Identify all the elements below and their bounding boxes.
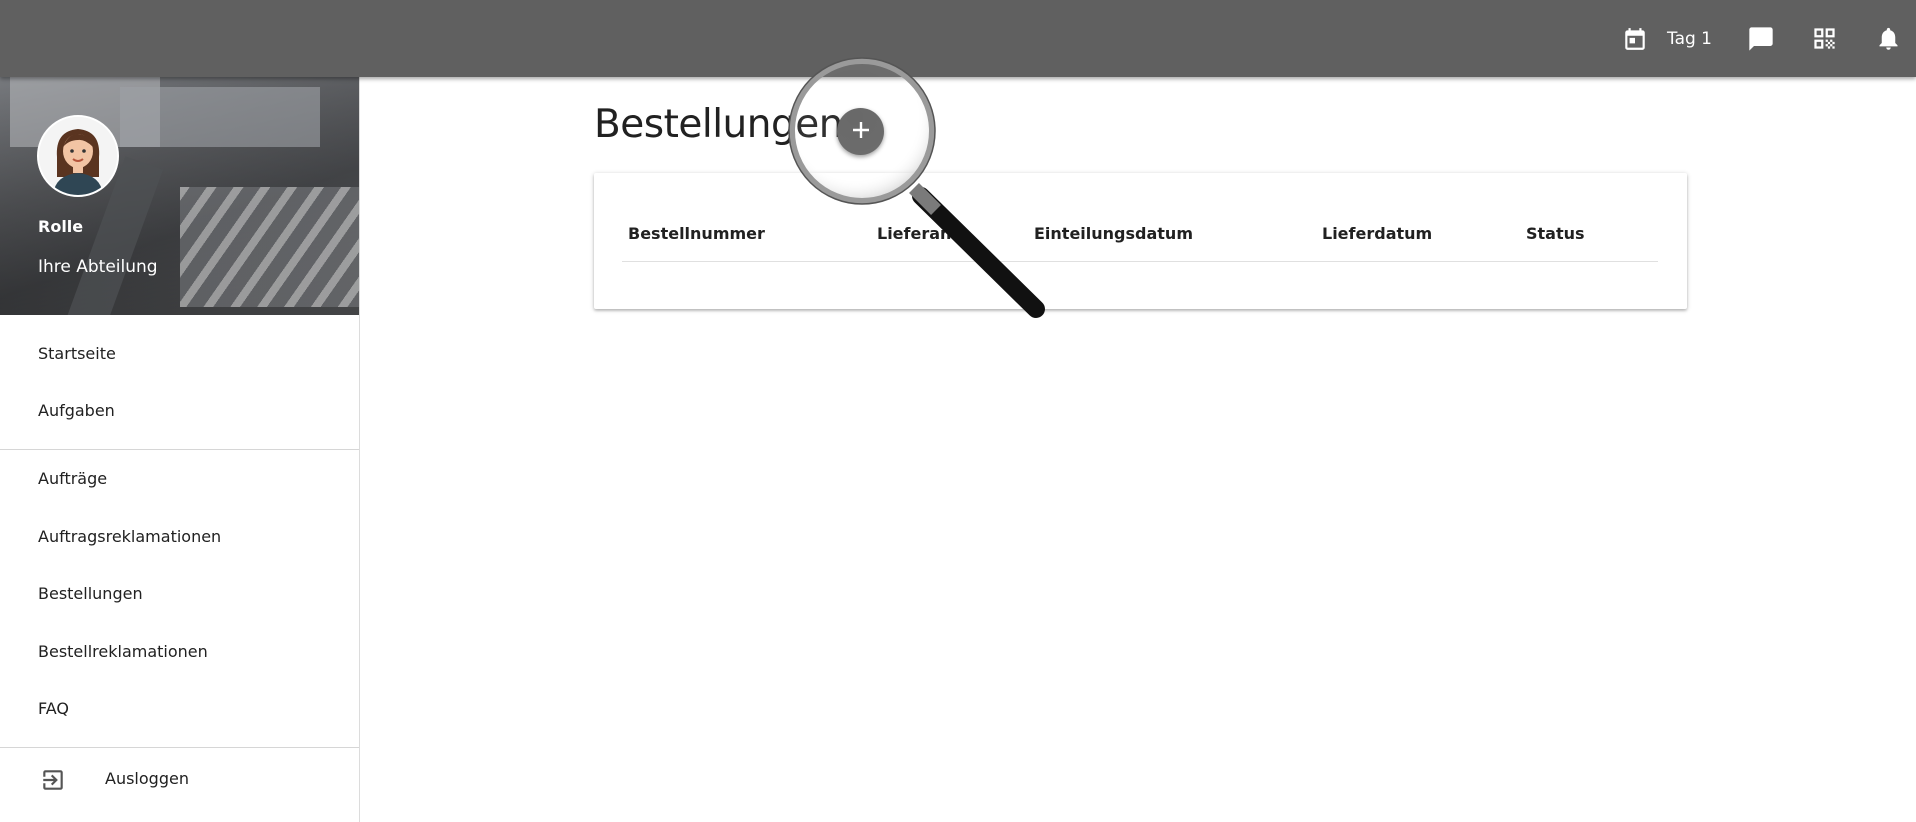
day-selector[interactable]: Tag 1 xyxy=(1622,0,1712,77)
logout-button[interactable]: Ausloggen xyxy=(0,755,359,803)
nav-item-bestellreklamationen[interactable]: Bestellreklamationen xyxy=(38,642,208,661)
sidebar: Rolle Ihre Abteilung Startseite Aufgaben… xyxy=(0,77,360,822)
top-app-bar: Tag 1 xyxy=(0,0,1916,77)
plus-icon xyxy=(851,120,871,144)
column-header-status[interactable]: Status xyxy=(1526,224,1585,243)
logout-label: Ausloggen xyxy=(105,769,189,788)
column-header-lieferdatum[interactable]: Lieferdatum xyxy=(1322,224,1432,243)
day-label: Tag 1 xyxy=(1667,28,1712,49)
column-header-lieferant[interactable]: Lieferant xyxy=(877,224,959,243)
nav-item-startseite[interactable]: Startseite xyxy=(38,344,116,363)
nav-item-faq[interactable]: FAQ xyxy=(38,699,69,718)
avatar xyxy=(37,115,119,197)
nav-item-bestellungen[interactable]: Bestellungen xyxy=(38,584,143,603)
nav-divider xyxy=(0,747,359,748)
bell-icon[interactable] xyxy=(1875,0,1902,77)
table-header-divider xyxy=(622,261,1658,262)
nav-item-aufgaben[interactable]: Aufgaben xyxy=(38,401,115,420)
page-title: Bestellungen xyxy=(594,102,843,147)
nav-item-auftraege[interactable]: Aufträge xyxy=(38,469,107,488)
qr-code-icon[interactable] xyxy=(1811,0,1838,77)
logout-icon xyxy=(40,767,66,797)
add-order-button[interactable] xyxy=(837,108,884,155)
user-department: Ihre Abteilung xyxy=(38,257,158,277)
nav-divider xyxy=(0,449,359,450)
sidebar-header: Rolle Ihre Abteilung xyxy=(0,77,359,315)
orders-table: Bestellnummer Lieferant Einteilungsdatum… xyxy=(594,173,1687,309)
column-header-einteilungsdatum[interactable]: Einteilungsdatum xyxy=(1034,224,1193,243)
column-header-bestellnummer[interactable]: Bestellnummer xyxy=(628,224,765,243)
chat-icon[interactable] xyxy=(1747,0,1775,77)
calendar-icon xyxy=(1622,26,1648,52)
user-role: Rolle xyxy=(38,217,84,236)
nav-item-auftragsreklamationen[interactable]: Auftragsreklamationen xyxy=(38,527,221,546)
